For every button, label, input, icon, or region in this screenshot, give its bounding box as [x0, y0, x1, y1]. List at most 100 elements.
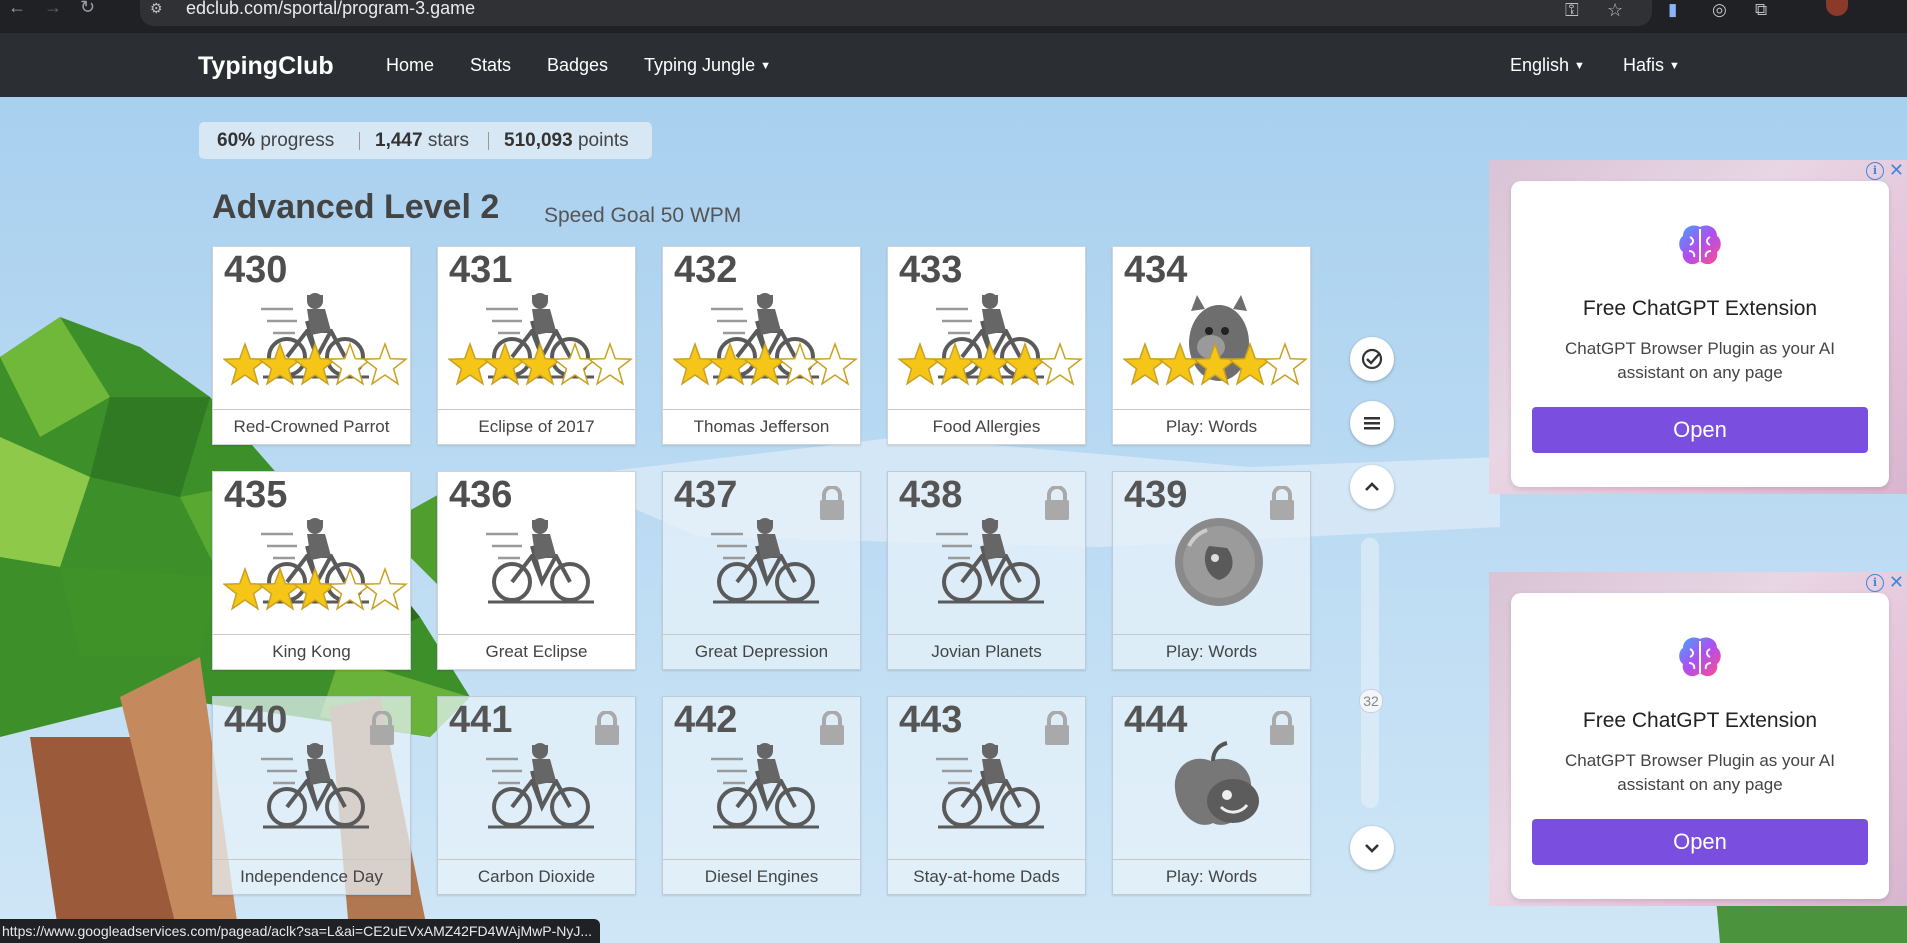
star-filled-icon — [1157, 342, 1203, 386]
target-extension-icon[interactable]: ◎ — [1712, 0, 1727, 20]
profile-avatar[interactable] — [1826, 0, 1848, 16]
progress-percent-value: 60% — [217, 130, 256, 151]
lesson-card-441[interactable]: 441 Carbon Dioxide — [437, 696, 636, 895]
ad-card[interactable]: Free ChatGPT Extension ChatGPT Browser P… — [1511, 181, 1889, 487]
star-rating — [223, 342, 408, 386]
scroll-down-button[interactable] — [1350, 826, 1394, 870]
lock-icon — [595, 711, 619, 745]
lock-icon — [1045, 711, 1069, 745]
lesson-card-433[interactable]: 433 Food Allergies — [887, 246, 1086, 445]
divider — [359, 132, 360, 150]
lesson-name: Eclipse of 2017 — [438, 409, 635, 444]
ad-description: ChatGPT Browser Plugin as your AI assist… — [1565, 339, 1835, 382]
ad-title: Free ChatGPT Extension — [1582, 297, 1818, 320]
star-filled-icon — [292, 567, 338, 611]
brand-logo[interactable]: TypingClub — [198, 52, 334, 81]
ad-banner[interactable]: i ✕ Free ChatGPT Extension ChatGPT Brows… — [1489, 160, 1907, 494]
ad-close-icon[interactable]: ✕ — [1889, 572, 1904, 593]
level-speed-goal: Speed Goal 50 WPM — [544, 204, 742, 227]
level-scroll-thumb[interactable]: 32 — [1359, 689, 1383, 713]
star-empty-icon — [327, 342, 373, 386]
lesson-name: Great Depression — [663, 634, 860, 669]
stars-label: stars — [427, 130, 470, 151]
site-info-icon[interactable]: ⚙ — [150, 0, 163, 17]
lesson-card-442[interactable]: 442 Diesel Engines — [662, 696, 861, 895]
lesson-card-431[interactable]: 431 Eclipse of 2017 — [437, 246, 636, 445]
address-bar[interactable]: ⚙ edclub.com/sportal/program-3.game — [140, 0, 1652, 26]
nav-home[interactable]: Home — [386, 55, 434, 76]
star-filled-icon — [292, 342, 338, 386]
lesson-card-438[interactable]: 438 Jovian Planets — [887, 471, 1086, 670]
lesson-number: 433 — [899, 249, 963, 291]
lesson-number: 431 — [449, 249, 513, 291]
ad-banner[interactable]: i ✕ Free ChatGPT Extension ChatGPT Brows… — [1489, 572, 1907, 906]
star-rating — [898, 342, 1083, 386]
level-scroll-track[interactable] — [1361, 538, 1379, 808]
nav-typing-jungle[interactable]: Typing Jungle ▼ — [644, 55, 771, 76]
puzzle-extensions-icon[interactable]: ⧉ — [1755, 0, 1767, 20]
bookmark-star-icon[interactable]: ☆ — [1607, 0, 1623, 21]
nav-stats[interactable]: Stats — [470, 55, 511, 76]
cyclist-icon — [486, 743, 594, 829]
lock-icon — [1270, 711, 1294, 745]
back-arrow-icon[interactable]: ← — [8, 0, 26, 18]
lesson-name: Independence Day — [213, 859, 410, 894]
url-text[interactable]: edclub.com/sportal/program-3.game — [186, 0, 475, 19]
lesson-list-button[interactable] — [1350, 401, 1394, 445]
lesson-name: Carbon Dioxide — [438, 859, 635, 894]
completed-lessons-button[interactable] — [1350, 337, 1394, 381]
lesson-card-436[interactable]: 436 Great Eclipse — [437, 471, 636, 670]
lesson-name: Food Allergies — [888, 409, 1085, 444]
nav-badges[interactable]: Badges — [547, 55, 608, 76]
ad-open-button[interactable]: Open — [1532, 407, 1868, 453]
star-filled-icon — [1123, 342, 1168, 386]
star-filled-icon — [517, 342, 563, 386]
lesson-number: 443 — [899, 699, 963, 741]
ad-description: ChatGPT Browser Plugin as your AI assist… — [1565, 751, 1835, 794]
lesson-name: Stay-at-home Dads — [888, 859, 1085, 894]
menu-icon — [1364, 417, 1380, 430]
cyclist-icon — [261, 743, 369, 829]
star-filled-icon — [967, 342, 1013, 386]
lesson-card-440[interactable]: 440 Independence Day — [212, 696, 411, 895]
lesson-card-435[interactable]: 435 King Kong — [212, 471, 411, 670]
check-circle-icon — [1361, 348, 1383, 370]
scroll-up-button[interactable] — [1350, 465, 1394, 509]
lesson-number: 437 — [674, 474, 738, 516]
lesson-card-434[interactable]: 434 Play: Words — [1112, 246, 1311, 445]
divider — [488, 132, 489, 150]
points-value: 510,093 — [504, 130, 573, 151]
lesson-name: Play: Words — [1113, 859, 1310, 894]
lesson-number: 444 — [1124, 699, 1188, 741]
reload-icon[interactable]: ↻ — [80, 0, 95, 18]
lesson-card-437[interactable]: 437 Great Depression — [662, 471, 861, 670]
lesson-number: 441 — [449, 699, 513, 741]
lesson-number: 442 — [674, 699, 738, 741]
password-key-icon[interactable]: ⚿ — [1565, 0, 1579, 21]
ad-card[interactable]: Free ChatGPT Extension ChatGPT Browser P… — [1511, 593, 1889, 899]
progress-percent: 60% progress — [217, 122, 334, 159]
ad-open-button[interactable]: Open — [1532, 819, 1868, 865]
lesson-name: Play: Words — [1113, 634, 1310, 669]
star-empty-icon — [1037, 342, 1083, 386]
star-empty-icon — [552, 342, 598, 386]
lesson-card-443[interactable]: 443 Stay-at-home Dads — [887, 696, 1086, 895]
ad-info-icon[interactable]: i — [1866, 162, 1884, 180]
extension-icon[interactable]: ▮ — [1668, 0, 1677, 20]
lesson-card-444[interactable]: 444 Play: Words — [1112, 696, 1311, 895]
points-label: points — [577, 130, 629, 151]
forward-arrow-icon[interactable]: → — [44, 0, 62, 18]
lesson-card-439[interactable]: 439 Play: Words — [1112, 471, 1311, 670]
brain-logo-icon — [1679, 225, 1721, 265]
user-dropdown[interactable]: Hafis ▼ — [1623, 55, 1680, 76]
lesson-card-430[interactable]: 430 Red-Crowned Parrot — [212, 246, 411, 445]
site-navbar: TypingClub Home Stats Badges Typing Jung… — [0, 33, 1907, 97]
lesson-card-432[interactable]: 432 Thomas Jefferson — [662, 246, 861, 445]
ad-info-icon[interactable]: i — [1866, 574, 1884, 592]
language-dropdown[interactable]: English ▼ — [1510, 55, 1585, 76]
star-filled-icon — [257, 342, 303, 386]
ad-close-icon[interactable]: ✕ — [1889, 160, 1904, 181]
bubble-creature-icon — [1175, 518, 1263, 606]
lesson-name: Diesel Engines — [663, 859, 860, 894]
star-empty-icon — [812, 342, 858, 386]
